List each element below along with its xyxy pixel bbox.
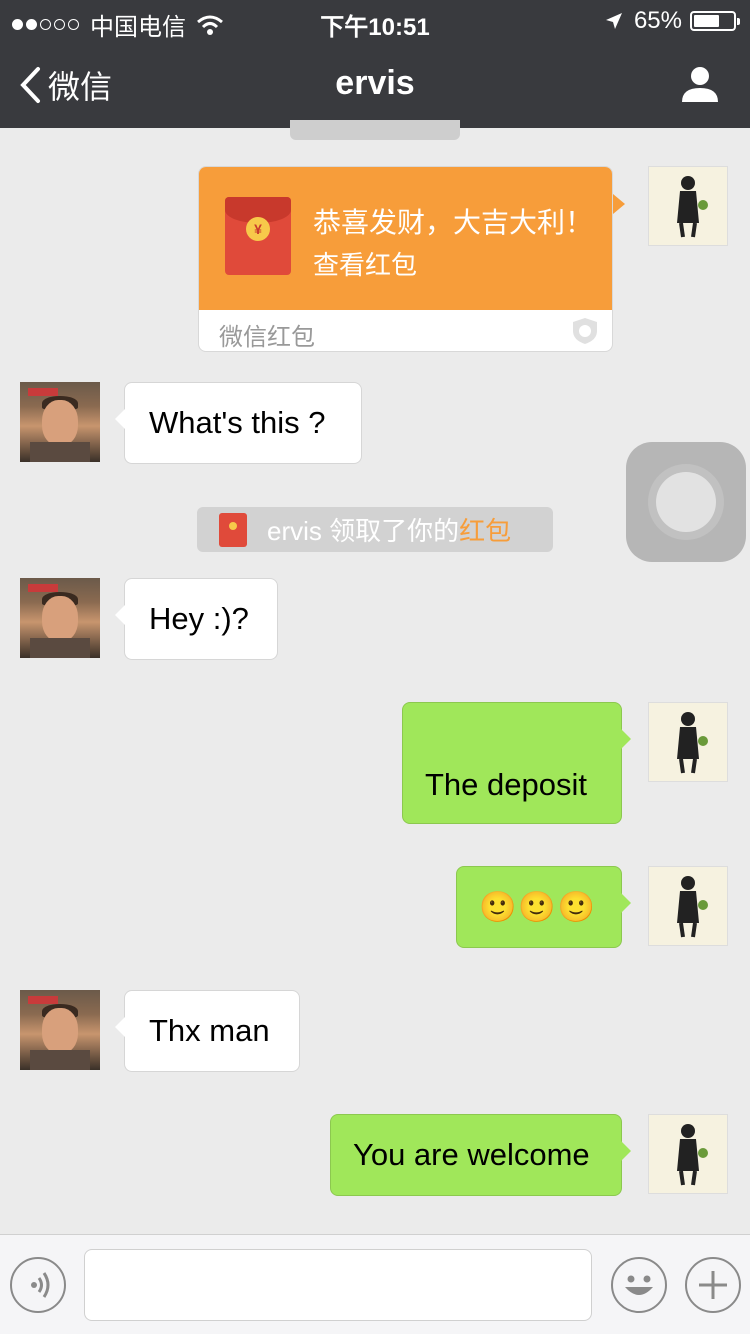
my-avatar[interactable] bbox=[648, 166, 728, 246]
wechat-shield-icon bbox=[573, 318, 597, 344]
message-text: What's this ? bbox=[149, 405, 326, 440]
man-in-suit-icon bbox=[677, 1124, 708, 1186]
plus-icon bbox=[699, 1271, 727, 1299]
voice-input-button[interactable] bbox=[10, 1257, 66, 1313]
system-notice: ervis 领取了你的 红包 bbox=[197, 507, 553, 552]
timestamp-pill bbox=[290, 120, 460, 140]
chat-title: ervis bbox=[335, 64, 415, 102]
assistive-touch-button[interactable] bbox=[626, 442, 746, 562]
friend-avatar[interactable] bbox=[20, 578, 100, 658]
status-bar: 中国电信 下午10:51 65% bbox=[0, 0, 750, 41]
person-icon[interactable] bbox=[680, 64, 720, 104]
red-envelope-icon bbox=[219, 512, 247, 547]
my-avatar[interactable] bbox=[648, 866, 728, 946]
man-in-suit-icon bbox=[677, 712, 708, 774]
system-notice-text: ervis 领取了你的 bbox=[267, 516, 460, 546]
red-packet-action: 查看红包 bbox=[313, 250, 418, 280]
location-arrow-icon bbox=[605, 13, 622, 29]
message-text: You are welcome bbox=[353, 1137, 590, 1172]
my-avatar[interactable] bbox=[648, 702, 728, 782]
battery-percent: 65% bbox=[633, 7, 682, 34]
message-bubble[interactable]: Thx man bbox=[115, 990, 300, 1072]
red-packet-link[interactable]: 红包 bbox=[459, 511, 511, 548]
message-bubble[interactable]: You are welcome bbox=[330, 1114, 631, 1196]
message-text: Thx man bbox=[149, 1013, 270, 1048]
emoji-button[interactable] bbox=[611, 1257, 667, 1313]
man-in-suit-icon bbox=[677, 176, 708, 238]
smiley-icon bbox=[625, 1275, 653, 1295]
red-envelope-icon: ¥ bbox=[225, 197, 291, 275]
friend-avatar[interactable] bbox=[20, 990, 100, 1070]
message-text: The deposit bbox=[425, 767, 587, 802]
my-avatar[interactable] bbox=[648, 1114, 728, 1194]
message-text: Hey :)? bbox=[149, 601, 249, 636]
friend-avatar[interactable] bbox=[20, 382, 100, 462]
red-packet-card[interactable]: ¥ 恭喜发财，大吉大利！ 查看红包 微信红包 bbox=[198, 166, 613, 352]
red-packet-greeting: 恭喜发财，大吉大利！ bbox=[313, 207, 594, 238]
more-actions-button[interactable] bbox=[685, 1257, 741, 1313]
message-bubble[interactable]: What's this ? bbox=[115, 382, 362, 464]
message-input[interactable] bbox=[84, 1249, 592, 1321]
red-packet-footer: 微信红包 bbox=[219, 324, 315, 351]
input-toolbar bbox=[0, 1234, 750, 1334]
navigation-bar: 中国电信 下午10:51 65% 微信 ervis bbox=[0, 0, 750, 128]
battery-icon bbox=[690, 11, 740, 31]
message-bubble[interactable]: 🙂🙂🙂 bbox=[456, 866, 631, 948]
man-in-suit-icon bbox=[677, 876, 708, 938]
emoji-text: 🙂🙂🙂 bbox=[479, 889, 598, 925]
message-bubble[interactable]: Hey :)? bbox=[115, 578, 278, 660]
voice-icon bbox=[31, 1272, 50, 1298]
message-bubble[interactable]: The deposit bbox=[402, 702, 631, 824]
